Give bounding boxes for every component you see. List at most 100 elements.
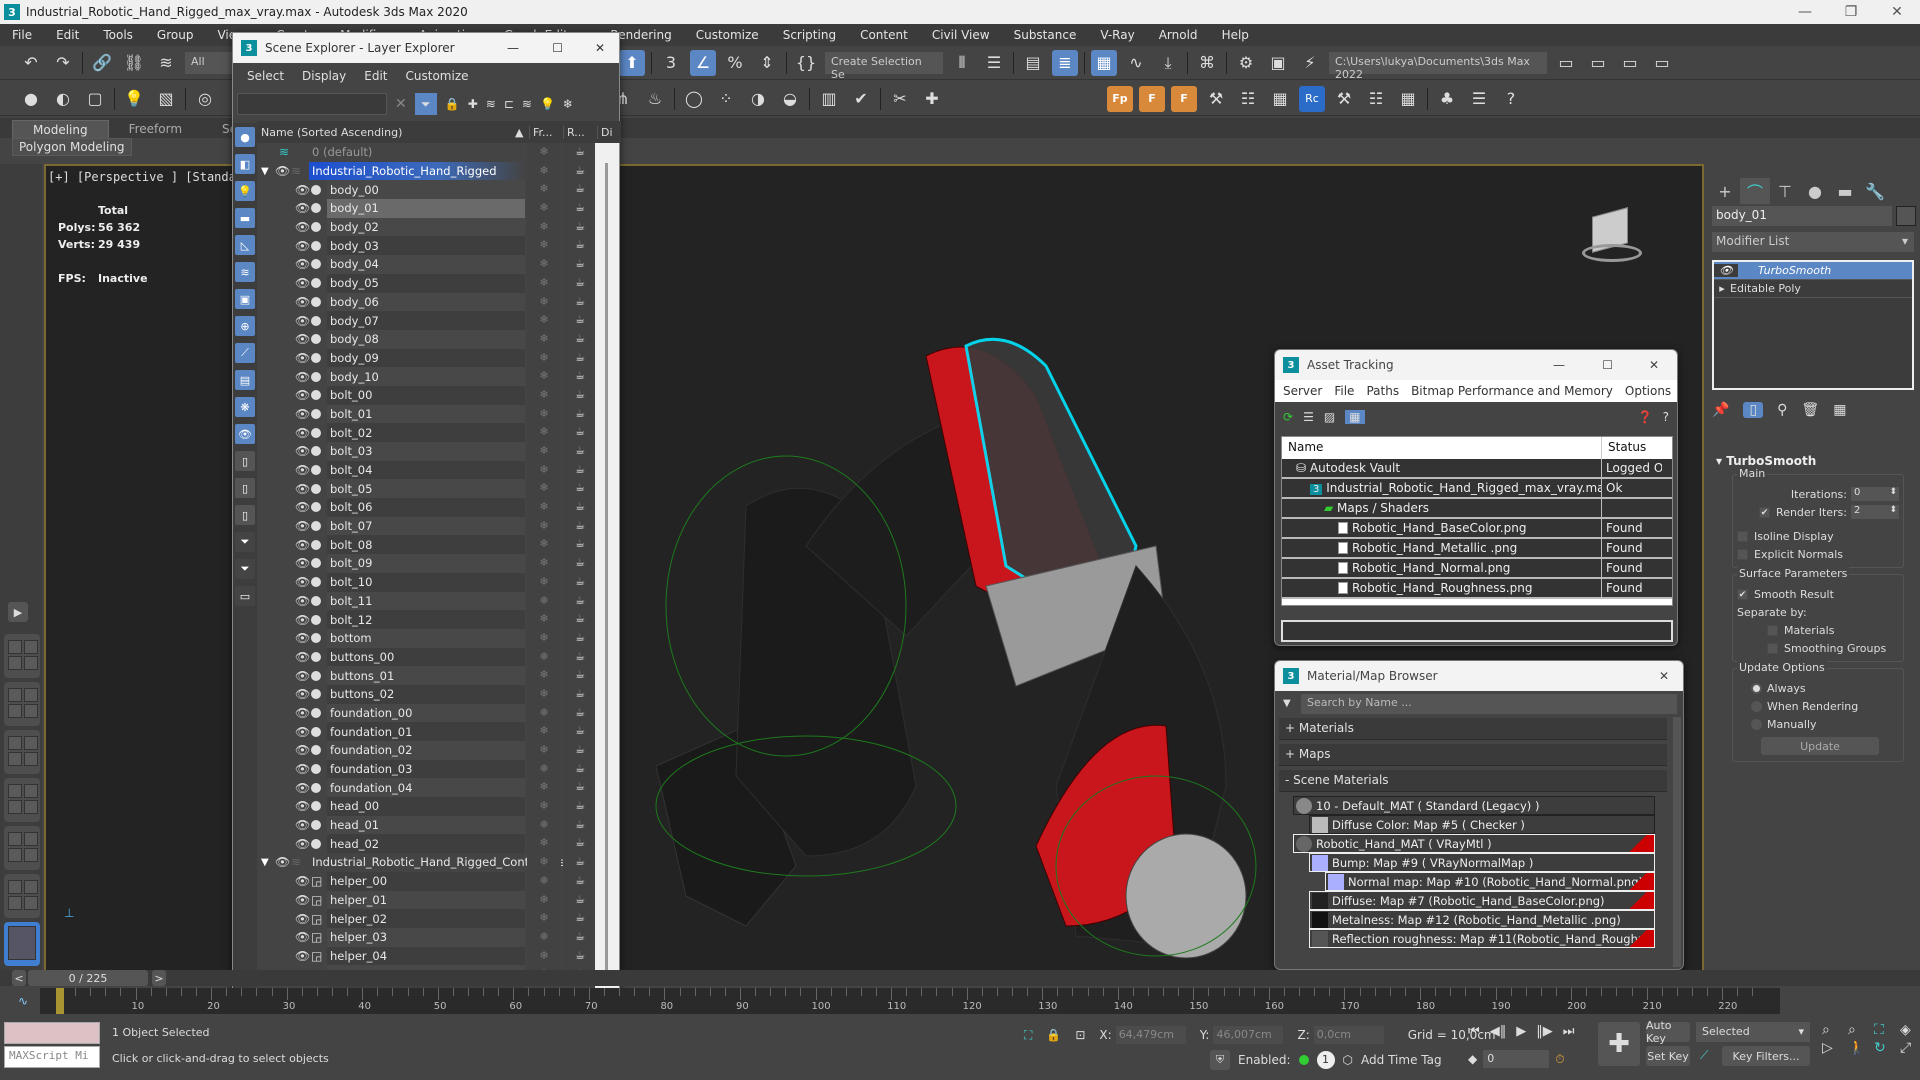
material-editor-icon[interactable]: ◐ xyxy=(50,86,76,112)
frozen-column-header[interactable]: Fr... xyxy=(529,125,563,139)
eye-icon[interactable]: 👁 xyxy=(295,781,310,795)
freeze-toggle-icon[interactable]: ❄ xyxy=(527,909,561,928)
map-item[interactable]: Reflection roughness: Map #11(Robotic_Ha… xyxy=(1309,929,1655,948)
collapse-arrow-icon[interactable]: ▼ xyxy=(261,857,269,868)
redo-icon[interactable]: ↷ xyxy=(50,50,76,76)
edit-named-selection-icon[interactable]: {} xyxy=(793,50,819,76)
minimize-button[interactable]: — xyxy=(1553,358,1565,372)
helper-row[interactable]: 👁 ◲ helper_03 ❄ ☕ xyxy=(257,927,597,947)
collapse-arrow-icon[interactable]: ▼ xyxy=(261,166,269,177)
helper-row[interactable]: 👁 ◲ helper_02 ❄ ☕ xyxy=(257,909,597,928)
freeze-toggle-icon[interactable]: ❄ xyxy=(527,217,561,237)
map-item[interactable]: Diffuse: Map #7 (Robotic_Hand_BaseColor.… xyxy=(1309,891,1655,910)
menu-paths[interactable]: Paths xyxy=(1366,384,1399,398)
smoothing-groups-checkbox[interactable] xyxy=(1767,642,1778,654)
menu-display[interactable]: Display xyxy=(302,69,346,83)
orbit-icon[interactable]: ↻ xyxy=(1874,1040,1898,1056)
object-row[interactable]: 👁 bolt_06 ❄ ☕ xyxy=(257,498,597,517)
freeze-toggle-icon[interactable]: ❄ xyxy=(527,759,561,779)
auto-key-button[interactable]: Auto Key xyxy=(1646,1019,1690,1045)
freeze-toggle-icon[interactable]: ❄ xyxy=(527,423,561,442)
eye-icon[interactable]: 👁 xyxy=(275,855,290,869)
project-tools-icon[interactable]: ▭ xyxy=(1617,50,1643,76)
maximize-button[interactable]: ☐ xyxy=(1602,358,1613,372)
freeze-toggle-icon[interactable]: ❄ xyxy=(527,666,561,685)
vault-help-icon[interactable]: ❓ xyxy=(1638,410,1653,424)
default-in-out-tangent-icon[interactable]: ⟋ xyxy=(1700,1048,1708,1063)
eye-icon[interactable]: 👁 xyxy=(295,276,310,290)
asset-row[interactable]: Robotic_Hand_BaseColor.png Found xyxy=(1282,519,1672,539)
tab-modeling[interactable]: Modeling xyxy=(12,120,109,138)
selection-lock-icon[interactable]: 🔒 xyxy=(1046,1028,1061,1042)
viewcube[interactable] xyxy=(1582,206,1642,266)
helpers-filter-icon[interactable]: ◺ xyxy=(235,235,255,255)
menu-tools[interactable]: Tools xyxy=(91,28,145,42)
renderable-teapot-icon[interactable]: ☕ xyxy=(563,741,597,760)
project-path-dropdown[interactable]: C:\Users\lukya\Documents\3ds Max 2022 xyxy=(1329,51,1547,81)
object-row[interactable]: 👁 buttons_02 ❄ ☕ xyxy=(257,684,597,704)
absolute-mode-icon[interactable]: ⊡ xyxy=(1075,1028,1085,1042)
object-row[interactable]: 👁 bolt_04 ❄ ☕ xyxy=(257,460,597,480)
asset-row[interactable]: Robotic_Hand_Metallic .png Found xyxy=(1282,539,1672,559)
spacewarps-filter-icon[interactable]: ≋ xyxy=(235,262,255,282)
eye-icon[interactable]: 👁 xyxy=(295,949,310,963)
close-button[interactable]: ✕ xyxy=(1874,0,1920,24)
geometry-filter-icon[interactable]: ● xyxy=(235,127,255,147)
freeze-toggle-icon[interactable]: ❄ xyxy=(527,479,561,499)
freeze-toggle-icon[interactable]: ❄ xyxy=(527,797,561,816)
help-icon[interactable]: ? xyxy=(1498,86,1524,112)
time-configuration-icon[interactable]: ⏱ xyxy=(1555,1052,1564,1067)
renderable-teapot-icon[interactable]: ☕ xyxy=(563,498,597,517)
frozen-filter-icon[interactable]: ▯ xyxy=(235,451,255,471)
scene-materials-section[interactable]: - Scene Materials xyxy=(1279,770,1667,792)
freeze-toggle-icon[interactable]: ❄ xyxy=(527,853,561,872)
list-icon[interactable]: ☷ xyxy=(1235,86,1261,112)
next-key-icon[interactable]: ‖▶ xyxy=(1536,1024,1553,1039)
current-frame-field[interactable]: 0 xyxy=(1483,1050,1550,1068)
renderable-teapot-icon[interactable]: ☕ xyxy=(563,647,597,667)
helper-row[interactable]: 👁 ◲ helper_04 ❄ ☕ xyxy=(257,946,597,966)
minimize-button[interactable]: — xyxy=(1782,0,1828,24)
menu-scripting[interactable]: Scripting xyxy=(771,28,848,42)
filter-icon[interactable]: ⏷ xyxy=(414,93,437,115)
menu-customize[interactable]: Customize xyxy=(406,69,469,83)
eye-icon[interactable]: 👁 xyxy=(295,444,310,458)
maxscript-mini-listener[interactable]: MAXScript Mi xyxy=(4,1046,100,1068)
freeze-toggle-icon[interactable]: ❄ xyxy=(527,161,561,181)
display-tab-icon[interactable]: ▬ xyxy=(1830,178,1860,204)
go-to-end-icon[interactable]: ⏭ xyxy=(1563,1024,1575,1039)
helper-row[interactable]: 👁 ◲ helper_00 ❄ ☕ xyxy=(257,871,597,891)
eye-icon[interactable]: 👁 xyxy=(295,725,310,739)
eye-icon[interactable]: 👁 xyxy=(295,893,310,907)
align-icon[interactable]: ☰ xyxy=(981,50,1007,76)
render-iters-spinner[interactable]: 2 xyxy=(1851,505,1899,519)
renderable-teapot-icon[interactable]: ☕ xyxy=(563,703,597,723)
timeline-ruler[interactable]: 0102030405060708090100110120130140150160… xyxy=(40,988,1780,1014)
prev-frame-button[interactable]: < xyxy=(12,970,26,986)
forest-icon[interactable]: ♣ xyxy=(1434,86,1460,112)
eye-icon[interactable]: 👁 xyxy=(295,594,310,608)
add-time-tag[interactable]: Add Time Tag xyxy=(1361,1053,1442,1067)
eye-icon[interactable]: 👁 xyxy=(295,613,310,627)
renderable-teapot-icon[interactable]: ☕ xyxy=(563,927,597,947)
explicit-normals-checkbox[interactable] xyxy=(1737,548,1748,560)
material-item[interactable]: 10 - Default_MAT ( Standard (Legacy) ) xyxy=(1293,796,1655,815)
menu-select[interactable]: Select xyxy=(247,69,284,83)
eye-icon[interactable]: 👁 xyxy=(295,332,310,346)
renderable-teapot-icon[interactable]: ☕ xyxy=(563,871,597,891)
menu-content[interactable]: Content xyxy=(848,28,920,42)
walk-through-icon[interactable]: 🚶 xyxy=(1848,1040,1872,1056)
time-tag-icon[interactable]: ⬡ xyxy=(1343,1053,1353,1067)
layout-preset-2[interactable] xyxy=(4,682,40,726)
isolate-selection-icon[interactable]: ⛶ xyxy=(1024,1028,1032,1043)
menu-server[interactable]: Server xyxy=(1283,384,1322,398)
freeze-toggle-icon[interactable]: ❄ xyxy=(527,460,561,480)
maps-section[interactable]: + Maps xyxy=(1279,744,1667,766)
eye-icon[interactable]: 👁 xyxy=(295,818,310,832)
material-item[interactable]: Robotic_Hand_MAT ( VRayMtl ) xyxy=(1293,834,1655,853)
bones-filter-icon[interactable]: ⟋ xyxy=(235,343,255,363)
eye-icon[interactable]: 👁 xyxy=(295,314,310,328)
refresh-icon[interactable]: ⟳ xyxy=(1283,410,1293,424)
object-row[interactable]: 👁 bolt_09 ❄ ☕ xyxy=(257,554,597,573)
object-row[interactable]: 👁 bolt_10 ❄ ☕ xyxy=(257,572,597,592)
